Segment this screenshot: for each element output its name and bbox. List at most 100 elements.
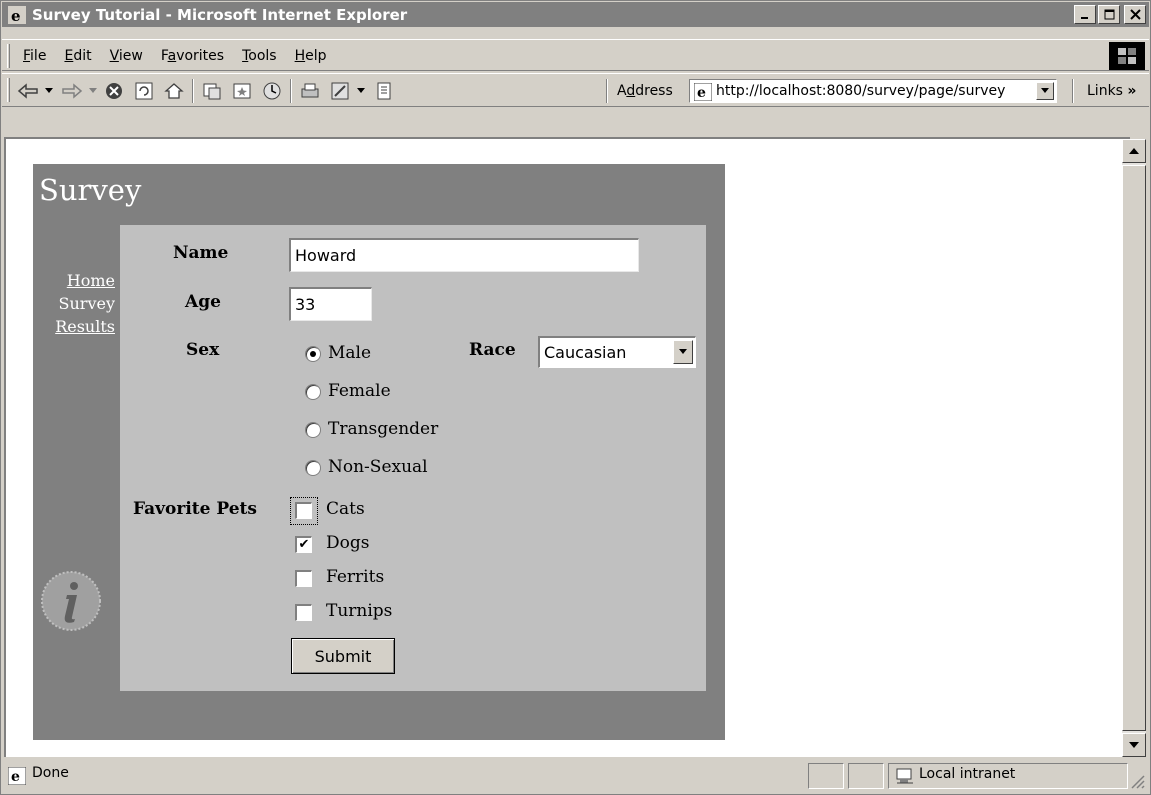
sex-radio-female[interactable] (305, 384, 321, 400)
discuss-button[interactable] (372, 80, 396, 102)
menu-view[interactable]: View (101, 46, 152, 66)
status-cell-security (848, 763, 884, 789)
status-bar: e Done Local intranet (2, 759, 1149, 794)
chevron-right-icon: » (1127, 83, 1137, 99)
menu-file[interactable]: File (14, 46, 55, 66)
stop-icon (106, 83, 122, 99)
sex-radio-transgender[interactable] (305, 422, 321, 438)
edit-icon (331, 82, 349, 100)
page-title: Survey (39, 173, 142, 207)
sex-radio-male[interactable] (305, 346, 321, 362)
dropdown-arrow-icon (89, 88, 97, 93)
svg-text:e: e (697, 85, 706, 101)
race-dropdown-button[interactable] (673, 340, 693, 364)
sex-option-label: Non-Sexual (328, 457, 428, 477)
name-input[interactable] (291, 240, 638, 271)
arrow-down-icon (1129, 742, 1139, 748)
age-label: Age (185, 292, 221, 312)
pet-option-label: Dogs (326, 533, 370, 553)
forward-button[interactable] (60, 80, 84, 102)
vertical-scrollbar[interactable] (1122, 139, 1146, 757)
address-label: Address (617, 83, 673, 99)
pet-checkbox-dogs[interactable]: ✔ (295, 536, 312, 553)
refresh-icon (135, 82, 153, 100)
pet-option-label: Turnips (326, 601, 393, 621)
search-icon (203, 83, 221, 100)
nav-home-link[interactable]: Home (37, 269, 115, 292)
minimize-icon (1081, 16, 1088, 19)
maximize-icon (1104, 9, 1114, 20)
history-icon (263, 82, 281, 100)
status-cell-progress (808, 763, 844, 789)
edit-dropdown[interactable] (354, 80, 368, 102)
print-button[interactable] (298, 80, 322, 102)
info-icon (41, 571, 101, 631)
links-button[interactable]: Links » (1087, 83, 1136, 99)
arrow-up-icon (1129, 148, 1139, 154)
pet-checkbox-ferrits[interactable] (295, 570, 312, 587)
maximize-button[interactable] (1098, 5, 1120, 24)
scroll-up-button[interactable] (1122, 139, 1146, 163)
back-dropdown[interactable] (42, 80, 56, 102)
scrollbar-thumb[interactable] (1122, 165, 1146, 731)
browser-window: e Survey Tutorial - Microsoft Internet E… (0, 0, 1151, 795)
pet-checkbox-cats[interactable] (295, 502, 312, 519)
race-label: Race (469, 340, 516, 360)
resize-grip-icon[interactable] (1129, 773, 1145, 789)
menu-tools[interactable]: Tools (233, 46, 286, 66)
back-button[interactable] (16, 80, 40, 102)
name-field[interactable] (289, 238, 639, 272)
race-selected-value: Caucasian (544, 343, 627, 362)
title-bar[interactable]: e Survey Tutorial - Microsoft Internet E… (2, 2, 1149, 27)
menu-favorites[interactable]: Favorites (152, 46, 233, 66)
chevron-down-icon (1041, 88, 1049, 93)
pet-checkbox-turnips[interactable] (295, 604, 312, 621)
page-icon: e (694, 83, 712, 101)
home-button[interactable] (162, 80, 186, 102)
status-zone-cell: Local intranet (888, 763, 1128, 789)
svg-text:e: e (11, 7, 21, 24)
menu-edit[interactable]: Edit (55, 46, 100, 66)
pet-option-label: Cats (326, 499, 365, 519)
nav-survey-current: Survey (58, 294, 115, 313)
dropdown-arrow-icon (45, 88, 53, 93)
address-input[interactable] (716, 82, 1016, 100)
toolbar-grip[interactable] (7, 78, 10, 102)
minimize-button[interactable] (1074, 5, 1096, 24)
stop-button[interactable] (102, 80, 126, 102)
zone-text: Local intranet (919, 766, 1016, 782)
chevron-down-icon (679, 349, 687, 354)
refresh-button[interactable] (132, 80, 156, 102)
scroll-down-button[interactable] (1122, 733, 1146, 757)
menu-grip[interactable] (7, 44, 10, 68)
windows-logo-icon (1109, 42, 1145, 70)
close-button[interactable] (1124, 5, 1146, 24)
menu-bar: File Edit View Favorites Tools Help (2, 39, 1149, 71)
name-label: Name (173, 243, 229, 263)
intranet-icon (896, 768, 913, 784)
race-select[interactable]: Caucasian (538, 336, 696, 368)
favorite-pets-label: Favorite Pets (133, 499, 257, 519)
sex-radio-non-sexual[interactable] (305, 460, 321, 476)
nav-results-link[interactable]: Results (37, 315, 115, 338)
address-bar[interactable]: e (689, 79, 1057, 103)
address-dropdown-button[interactable] (1036, 82, 1054, 100)
side-nav: Home Survey Results (37, 269, 115, 338)
internet-explorer-icon: e (8, 5, 26, 24)
search-button[interactable] (200, 80, 224, 102)
toolbar: Address e Links » (2, 73, 1149, 107)
close-icon (1129, 9, 1141, 20)
print-icon (301, 83, 319, 98)
age-field[interactable] (289, 287, 372, 321)
history-button[interactable] (260, 80, 284, 102)
home-icon (164, 83, 184, 99)
menu-help[interactable]: Help (286, 46, 336, 66)
back-icon (17, 83, 38, 99)
survey-form: Name Age Sex Male Female Transgender Non-Se… (120, 225, 706, 691)
submit-button[interactable]: Submit (291, 638, 395, 674)
age-input[interactable] (291, 289, 371, 320)
dropdown-arrow-icon (357, 88, 365, 93)
forward-dropdown[interactable] (86, 80, 100, 102)
edit-button[interactable] (328, 80, 352, 102)
favorites-button[interactable] (230, 80, 254, 102)
